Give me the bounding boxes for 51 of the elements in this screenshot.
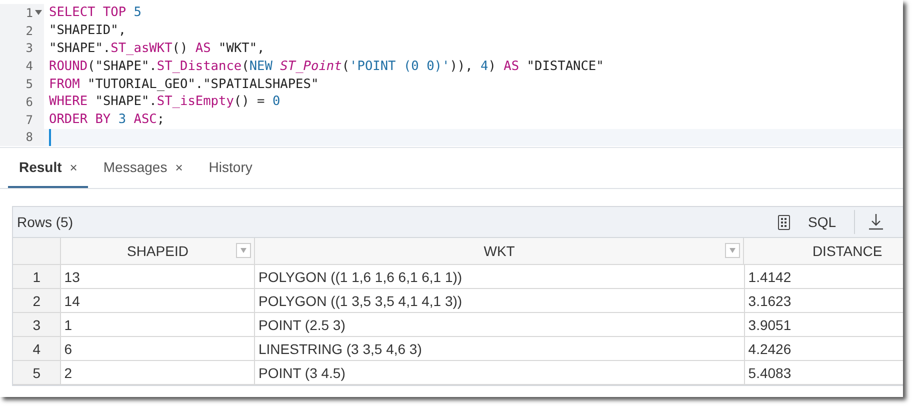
table-cell: 1 — [61, 313, 256, 336]
line-number: 8 — [26, 130, 33, 144]
table-row[interactable]: 1 13 POLYGON ((1 1,6 1,6 6,1 6,1 1)) 1.4142 — [13, 265, 903, 289]
row-number: 3 — [13, 313, 62, 336]
table-cell-text: 3.1623 — [747, 292, 792, 310]
table-row[interactable]: 3 1 POINT (2.5 3) 3.9051 — [13, 313, 903, 337]
table-cell: 14 — [61, 289, 256, 312]
code-line: WHERE "SHAPE".ST_isEmpty() = 0 — [49, 94, 280, 110]
line-number: 2 — [26, 24, 33, 38]
table-cell-text: 1.4142 — [747, 268, 792, 286]
code-line: ORDER BY 3 ASC; — [49, 112, 165, 128]
line-number: 5 — [26, 77, 33, 92]
table-cell: POLYGON ((1 1,6 1,6 6,1 6,1 1)) — [255, 265, 746, 288]
code-line: SELECT TOP 5 — [49, 5, 142, 20]
row-number: 5 — [13, 361, 62, 384]
column-header: DISTANCE — [812, 243, 882, 259]
result-tab[interactable]: History — [198, 157, 264, 188]
table-cell-text: 5.4083 — [747, 364, 792, 382]
table-row[interactable]: 5 2 POINT (3 4.5) 5.4083 — [13, 361, 903, 385]
line-number: 3 — [26, 41, 33, 56]
result-tab[interactable]: Messages × — [92, 157, 194, 188]
result-tab[interactable]: Result × — [8, 157, 88, 188]
table-row[interactable]: 4 6 LINESTRING (3 3,5 4,6 3) 4.2426 — [13, 337, 903, 361]
table-cell: 13 — [61, 265, 256, 288]
row-number: 2 — [13, 289, 62, 312]
line-number: 7 — [26, 112, 33, 127]
table-cell: 2 — [61, 361, 256, 384]
table-cell: POINT (2.5 3) — [255, 313, 746, 336]
list-icon[interactable] — [778, 214, 790, 230]
sql-button[interactable]: SQL — [804, 214, 840, 230]
line-number: 4 — [26, 59, 33, 74]
code-line: ROUND("SHAPE".ST_Distance(NEW ST_Point('POINT (0 0)')), 4) AS "DISTANCE" — [49, 58, 604, 74]
code-line: "SHAPEID", — [49, 23, 126, 38]
table-cell-text: 4.2426 — [747, 340, 792, 358]
table-cell: 6 — [61, 337, 256, 360]
line-number: 6 — [26, 94, 33, 109]
column-header: SHAPEID — [126, 243, 188, 259]
table-cell: POINT (3 4.5) — [255, 361, 746, 384]
row-number: 1 — [13, 265, 62, 288]
table-row[interactable]: 2 14 POLYGON ((1 3,5 3,5 4,1 4,1 3)) 3.1623 — [13, 289, 903, 313]
line-number: 1 — [26, 6, 33, 20]
code-line: FROM "TUTORIAL_GEO"."SPATIALSHAPES" — [49, 76, 319, 92]
download-icon[interactable] — [869, 214, 883, 230]
column-header: WKT — [484, 243, 515, 259]
table-cell: POLYGON ((1 3,5 3,5 4,1 4,1 3)) — [255, 289, 746, 312]
table-cell: LINESTRING (3 3,5 4,6 3) — [255, 337, 746, 360]
code-line: "SHAPE".ST_asWKT() AS "WKT", — [49, 40, 265, 56]
rows-count: Rows (5) — [17, 214, 74, 230]
row-number: 4 — [13, 337, 62, 360]
fold-caret-icon[interactable] — [35, 10, 42, 15]
table-cell-text: 3.9051 — [747, 316, 792, 334]
